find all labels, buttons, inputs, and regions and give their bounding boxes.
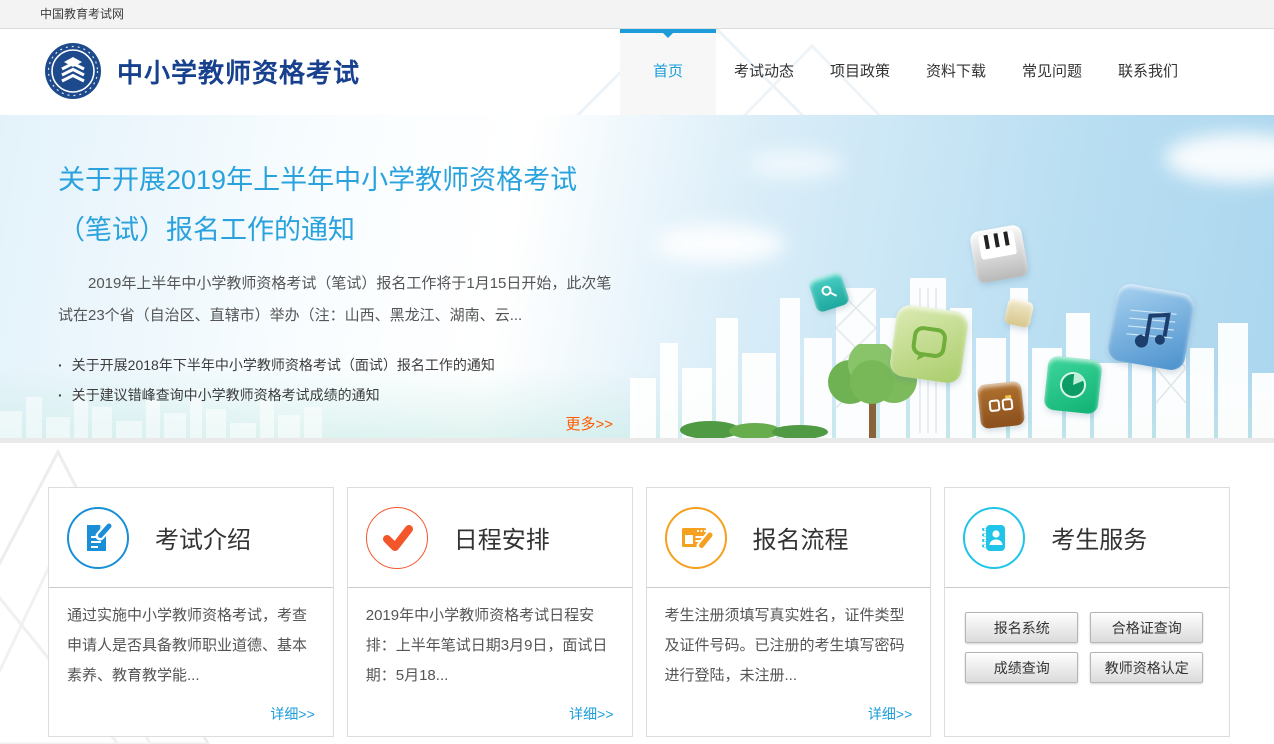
- certificate-query-button[interactable]: 合格证查询: [1090, 612, 1203, 643]
- topbar: 中国教育考试网: [0, 0, 1274, 29]
- card-head: 日程安排: [348, 488, 632, 587]
- news-list-item[interactable]: 关于建议错峰查询中小学教师资格考试成绩的通知: [58, 380, 584, 410]
- nav-label: 首页: [653, 63, 683, 80]
- service-buttons: 报名系统 合格证查询 成绩查询 教师资格认定: [965, 612, 1229, 683]
- signup-system-button[interactable]: 报名系统: [965, 612, 1078, 643]
- info-cards: 考试介绍 通过实施中小学教师资格考试，考查申请人是否具备教师职业道德、基本素养、…: [48, 487, 1230, 737]
- form-pen-icon: [665, 507, 727, 569]
- cube-pie-chart-icon: [1043, 355, 1102, 414]
- card-divider: [945, 587, 1229, 588]
- brand: 中小学教师资格考试: [44, 42, 360, 100]
- nav-label: 项目政策: [830, 63, 890, 80]
- cube-music-note-icon: [1106, 282, 1196, 372]
- card-text: 考生注册须填写真实姓名，证件类型及证件号码。已注册的考生填写密码进行登陆，未注册…: [647, 588, 931, 691]
- card-head: 考试介绍: [49, 488, 333, 587]
- document-pen-icon: [67, 507, 129, 569]
- detail-link[interactable]: 详细>>: [569, 704, 613, 724]
- cloud-shape: [1165, 133, 1274, 183]
- card-candidate-services: 考生服务 报名系统 合格证查询 成绩查询 教师资格认定: [944, 487, 1230, 737]
- site-name: 中国教育考试网: [40, 0, 124, 28]
- cube-search-icon: [808, 271, 851, 314]
- detail-link[interactable]: 详细>>: [270, 704, 314, 724]
- more-link[interactable]: 更多>>: [58, 413, 613, 434]
- contact-book-icon: [963, 507, 1025, 569]
- cube-speech-bubble-icon: [888, 303, 969, 384]
- hero-content: 关于开展2019年上半年中小学教师资格考试（笔试）报名工作的通知 2019年上半…: [0, 115, 584, 434]
- nav-item-project-policy[interactable]: 项目政策: [812, 29, 908, 115]
- card-title: 报名流程: [753, 520, 849, 555]
- card-exam-introduction: 考试介绍 通过实施中小学教师资格考试，考查申请人是否具备教师职业道德、基本素养、…: [48, 487, 334, 737]
- cube-plain-icon: [1004, 298, 1035, 329]
- announcement-summary: 2019年上半年中小学教师资格考试（笔试）报名工作将于1月15日开始，此次笔试在…: [58, 268, 620, 332]
- nav-label: 常见问题: [1022, 63, 1082, 80]
- card-text: 通过实施中小学教师资格考试，考查申请人是否具备教师职业道德、基本素养、教育教学能…: [49, 588, 333, 691]
- brand-title: 中小学教师资格考试: [117, 53, 360, 90]
- cube-piano-icon: [969, 224, 1029, 284]
- hero-banner: 关于开展2019年上半年中小学教师资格考试（笔试）报名工作的通知 2019年上半…: [0, 115, 1274, 443]
- cube-calendar-icon: [977, 381, 1025, 429]
- card-head: 报名流程: [647, 488, 931, 587]
- main-nav: 首页 考试动态 项目政策 资料下载 常见问题 联系我们: [620, 29, 1196, 115]
- active-tab-indicator: [620, 29, 716, 33]
- card-registration-process: 报名流程 考生注册须填写真实姓名，证件类型及证件号码。已注册的考生填写密码进行登…: [646, 487, 932, 737]
- nav-label: 考试动态: [734, 63, 794, 80]
- card-head: 考生服务: [945, 488, 1229, 587]
- card-schedule: 日程安排 2019年中小学教师资格考试日程安排：上半年笔试日期3月9日，面试日期…: [347, 487, 633, 737]
- hero-bottom-strip: [0, 438, 1274, 443]
- header: 中小学教师资格考试 首页 考试动态 项目政策 资料下载 常见问题 联系我们: [0, 29, 1274, 115]
- nav-item-home[interactable]: 首页: [620, 29, 716, 115]
- nav-item-downloads[interactable]: 资料下载: [908, 29, 1004, 115]
- card-title: 日程安排: [454, 520, 550, 555]
- cloud-shape: [748, 150, 843, 178]
- announcement-title[interactable]: 关于开展2019年上半年中小学教师资格考试（笔试）报名工作的通知: [58, 155, 584, 255]
- page: 中国教育考试网 中小学教师资格考试 首页 考试动态: [0, 0, 1274, 744]
- card-text: 2019年中小学教师资格考试日程安排：上半年笔试日期3月9日，面试日期：5月18…: [348, 588, 632, 691]
- cloud-shape: [655, 225, 785, 263]
- teacher-qualification-button[interactable]: 教师资格认定: [1090, 652, 1203, 683]
- card-title: 考试介绍: [155, 520, 251, 555]
- logo-seal-icon: [44, 42, 102, 100]
- checkmark-icon: [366, 507, 428, 569]
- nav-item-exam-news[interactable]: 考试动态: [716, 29, 812, 115]
- nav-label: 资料下载: [926, 63, 986, 80]
- detail-link[interactable]: 详细>>: [868, 704, 912, 724]
- news-list-item[interactable]: 关于开展2018年下半年中小学教师资格考试（面试）报名工作的通知: [58, 350, 584, 380]
- score-query-button[interactable]: 成绩查询: [965, 652, 1078, 683]
- nav-item-contact[interactable]: 联系我们: [1100, 29, 1196, 115]
- nav-label: 联系我们: [1118, 63, 1178, 80]
- card-title: 考生服务: [1051, 520, 1147, 555]
- nav-item-faq[interactable]: 常见问题: [1004, 29, 1100, 115]
- news-list: 关于开展2018年下半年中小学教师资格考试（面试）报名工作的通知 关于建议错峰查…: [58, 350, 584, 410]
